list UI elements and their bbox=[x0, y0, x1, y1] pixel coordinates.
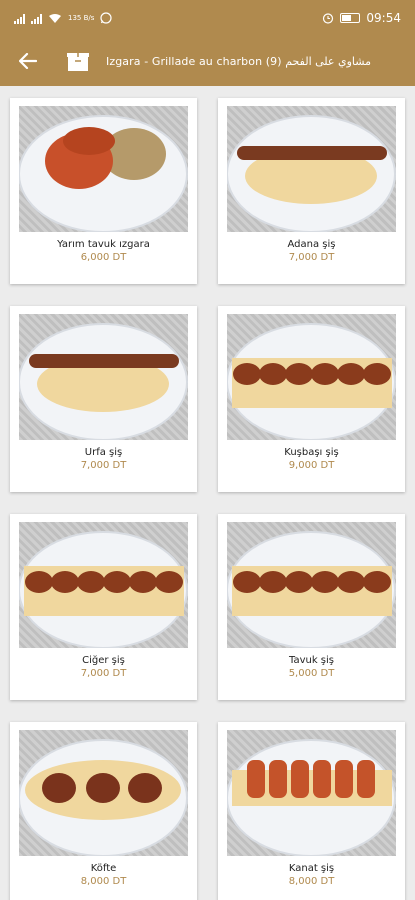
product-photo bbox=[227, 730, 396, 856]
status-icons-left: 135 B/s bbox=[14, 12, 113, 24]
product-price: 7,000 DT bbox=[80, 460, 127, 471]
product-price: 8,000 DT bbox=[288, 876, 335, 887]
clock: 09:54 bbox=[366, 11, 401, 25]
product-photo bbox=[19, 106, 188, 232]
product-name: Ciğer şiş bbox=[82, 655, 125, 666]
alarm-icon bbox=[323, 13, 334, 24]
category-box-icon bbox=[60, 43, 96, 79]
app-bar: Izgara - Grillade au charbon (9) مشاوي ع… bbox=[0, 36, 415, 86]
product-card[interactable]: Urfa şiş 7,000 DT bbox=[10, 306, 197, 492]
page-title: Izgara - Grillade au charbon (9) مشاوي ع… bbox=[106, 54, 371, 68]
back-button[interactable] bbox=[10, 43, 46, 79]
product-name: Yarım tavuk ızgara bbox=[57, 239, 150, 250]
product-name: Adana şiş bbox=[287, 239, 336, 250]
product-photo bbox=[227, 522, 396, 648]
product-photo bbox=[19, 730, 188, 856]
product-name: Urfa şiş bbox=[84, 447, 123, 458]
whatsapp-icon bbox=[100, 12, 113, 24]
product-card[interactable]: Ciğer şiş 7,000 DT bbox=[10, 514, 197, 700]
product-photo bbox=[19, 522, 188, 648]
product-price: 6,000 DT bbox=[80, 252, 127, 263]
status-bar: 135 B/s 09:54 bbox=[0, 0, 415, 36]
product-name: Köfte bbox=[90, 863, 117, 874]
product-price: 9,000 DT bbox=[288, 460, 335, 471]
product-grid: Yarım tavuk ızgara 6,000 DT Adana şiş 7,… bbox=[0, 86, 415, 900]
product-photo bbox=[227, 314, 396, 440]
product-name: Kanat şiş bbox=[288, 863, 335, 874]
network-speed: 135 B/s bbox=[68, 13, 95, 22]
signal-icon bbox=[14, 13, 25, 24]
product-price: 7,000 DT bbox=[288, 252, 335, 263]
signal-icon-2 bbox=[31, 13, 42, 24]
arrow-left-icon bbox=[19, 53, 37, 69]
product-card[interactable]: Kuşbaşı şiş 9,000 DT bbox=[218, 306, 405, 492]
product-card[interactable]: Tavuk şiş 5,000 DT bbox=[218, 514, 405, 700]
product-price: 8,000 DT bbox=[80, 876, 127, 887]
product-price: 7,000 DT bbox=[80, 668, 127, 679]
product-name: Kuşbaşı şiş bbox=[284, 447, 339, 458]
battery-icon bbox=[340, 13, 361, 23]
product-photo bbox=[19, 314, 188, 440]
product-card[interactable]: Kanat şiş 8,000 DT bbox=[218, 722, 405, 900]
product-price: 5,000 DT bbox=[288, 668, 335, 679]
wifi-icon bbox=[49, 13, 61, 23]
status-icons-right: 09:54 bbox=[322, 11, 401, 25]
product-card[interactable]: Adana şiş 7,000 DT bbox=[218, 98, 405, 284]
product-card[interactable]: Köfte 8,000 DT bbox=[10, 722, 197, 900]
product-name: Tavuk şiş bbox=[288, 655, 334, 666]
product-card[interactable]: Yarım tavuk ızgara 6,000 DT bbox=[10, 98, 197, 284]
product-photo bbox=[227, 106, 396, 232]
